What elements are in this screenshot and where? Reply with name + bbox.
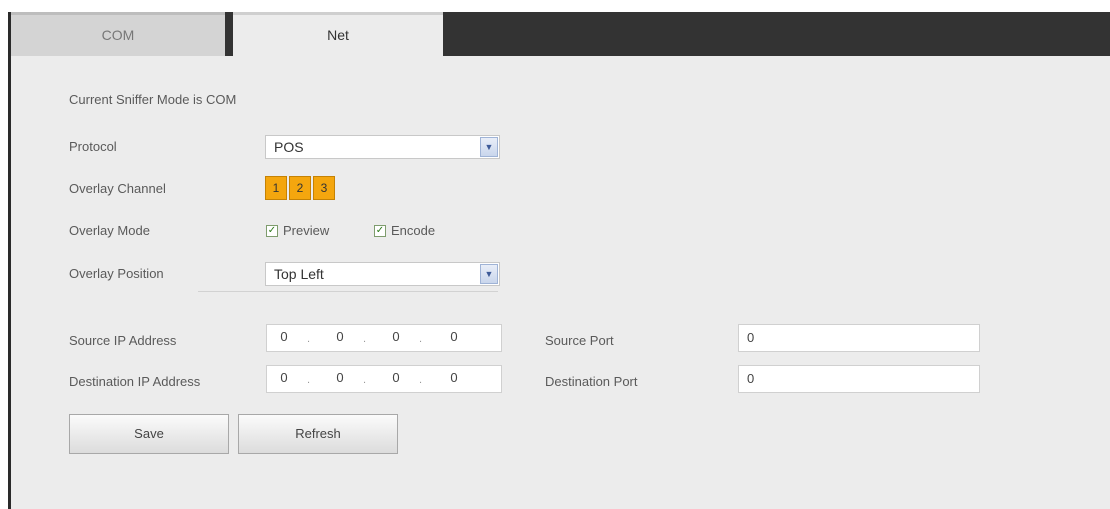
protocol-label: Protocol	[69, 139, 117, 154]
encode-label: Encode	[391, 223, 436, 238]
destination-ip-octet-4[interactable]: 0	[441, 370, 467, 385]
destination-ip-octet-1[interactable]: 0	[271, 370, 297, 385]
destination-ip-octet-3[interactable]: 0	[383, 370, 409, 385]
source-ip-octet-3[interactable]: 0	[383, 329, 409, 344]
ip-separator: .	[307, 333, 311, 345]
protocol-select[interactable]: POS ▼	[265, 135, 500, 159]
destination-ip-octet-2[interactable]: 0	[327, 370, 353, 385]
source-ip-octet-2[interactable]: 0	[327, 329, 353, 344]
tab-bar: COM Net	[11, 12, 1110, 58]
tab-net[interactable]: Net	[233, 12, 443, 58]
destination-ip-label: Destination IP Address	[69, 374, 201, 389]
source-port-input[interactable]: 0	[738, 324, 980, 352]
source-port-label: Source Port	[545, 333, 614, 348]
source-ip-input[interactable]: 0 . 0 . 0 . 0	[266, 324, 502, 352]
encode-checkbox[interactable]: ✓	[374, 225, 386, 237]
ip-separator: .	[307, 374, 311, 386]
refresh-button[interactable]: Refresh	[238, 414, 398, 454]
ip-separator: .	[419, 374, 423, 386]
overlay-position-label: Overlay Position	[69, 266, 164, 281]
overlay-position-value: Top Left	[274, 266, 324, 282]
protocol-value: POS	[274, 139, 304, 155]
overlay-position-select[interactable]: Top Left ▼	[265, 262, 500, 286]
preview-checkbox[interactable]: ✓	[266, 225, 278, 237]
overlay-channel-label: Overlay Channel	[69, 181, 166, 196]
tab-com[interactable]: COM	[11, 12, 225, 56]
destination-port-input[interactable]: 0	[738, 365, 980, 393]
ip-separator: .	[363, 333, 367, 345]
destination-port-label: Destination Port	[545, 374, 638, 389]
section-divider	[198, 291, 498, 292]
source-ip-label: Source IP Address	[69, 333, 177, 348]
chevron-down-icon[interactable]: ▼	[480, 264, 498, 284]
source-ip-octet-4[interactable]: 0	[441, 329, 467, 344]
sniffer-mode-status: Current Sniffer Mode is COM	[69, 92, 237, 107]
overlay-mode-label: Overlay Mode	[69, 223, 150, 238]
channel-2-button[interactable]: 2	[289, 176, 311, 200]
channel-1-button[interactable]: 1	[265, 176, 287, 200]
destination-ip-input[interactable]: 0 . 0 . 0 . 0	[266, 365, 502, 393]
source-ip-octet-1[interactable]: 0	[271, 329, 297, 344]
preview-label: Preview	[283, 223, 330, 238]
save-button[interactable]: Save	[69, 414, 229, 454]
chevron-down-icon[interactable]: ▼	[480, 137, 498, 157]
ip-separator: .	[419, 333, 423, 345]
channel-3-button[interactable]: 3	[313, 176, 335, 200]
ip-separator: .	[363, 374, 367, 386]
